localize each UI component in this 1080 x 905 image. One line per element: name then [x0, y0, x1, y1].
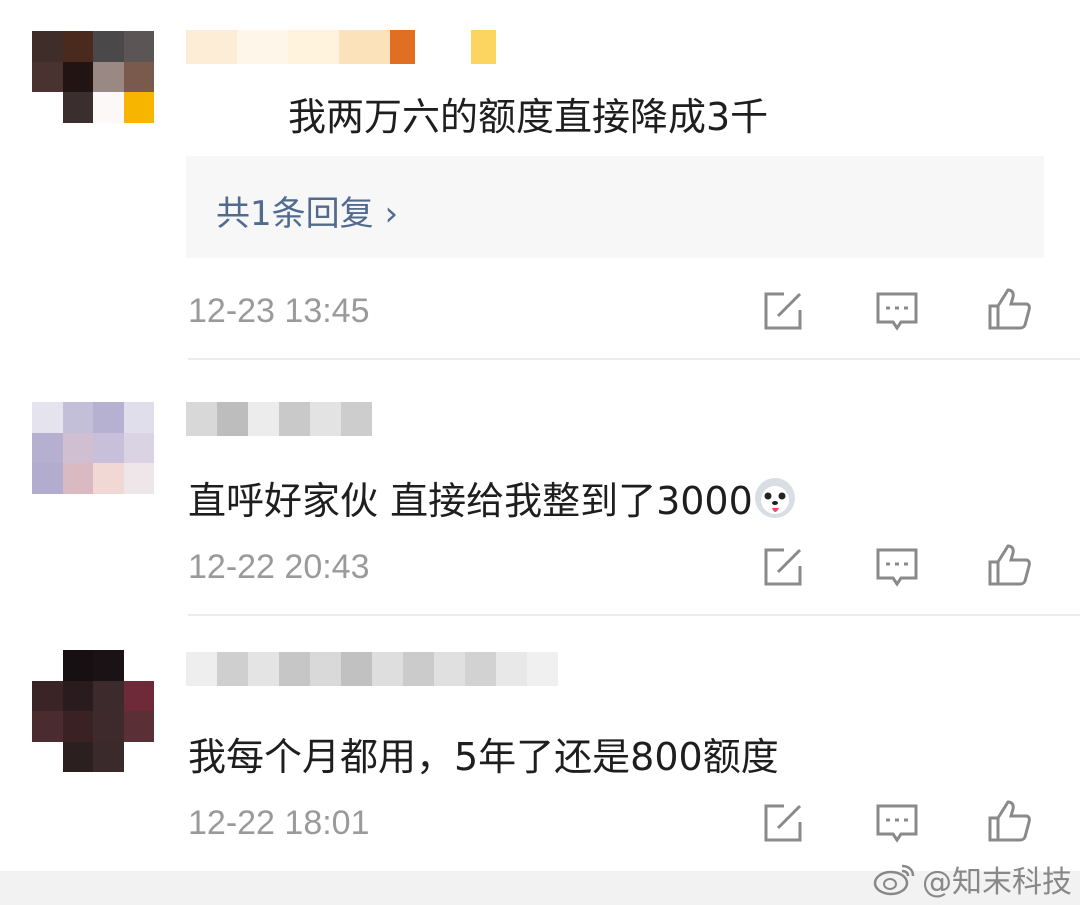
reply-summary-box[interactable]: 共1条回复 › [186, 156, 1044, 258]
comment-time: 12-22 18:01 [188, 804, 370, 842]
comment-text: 直呼好家伙 直接给我整到了3000 [188, 470, 797, 525]
comment-text: 我两万六的额度直接降成3千 [288, 95, 769, 139]
username-blurred[interactable] [186, 402, 372, 436]
comment-item-1: 我两万六的额度直接降成3千 共1条回复 › 12-23 13:45 [0, 0, 1080, 360]
watermark: @知末科技 [872, 857, 1072, 901]
watermark-text: @知末科技 [922, 865, 1072, 900]
view-replies-link[interactable]: 共1条回复 › [216, 186, 398, 235]
comment-icon[interactable] [874, 288, 920, 334]
thumbs-up-icon[interactable] [986, 286, 1032, 332]
edit-icon[interactable] [760, 288, 806, 334]
weibo-logo-icon [873, 864, 915, 896]
avatar[interactable] [32, 650, 154, 772]
avatar[interactable] [32, 402, 154, 524]
comment-icon[interactable] [874, 800, 920, 846]
comment-item-2: 直呼好家伙 直接给我整到了3000 12-22 20:43 [0, 360, 1080, 616]
comment-text: 我每个月都用，5年了还是800额度 [188, 735, 779, 779]
comment-time: 12-22 20:43 [188, 548, 370, 586]
comment-time: 12-23 13:45 [188, 292, 370, 330]
avatar[interactable] [32, 31, 154, 153]
username-blurred[interactable] [186, 652, 558, 686]
comment-item-3: 我每个月都用，5年了还是800额度 12-22 18:01 [0, 616, 1080, 871]
username-blurred[interactable] [186, 30, 496, 64]
thumbs-up-icon[interactable] [986, 798, 1032, 844]
thumbs-up-icon[interactable] [986, 542, 1032, 588]
edit-icon[interactable] [760, 800, 806, 846]
comment-icon[interactable] [874, 544, 920, 590]
edit-icon[interactable] [760, 544, 806, 590]
husky-emoji-icon [754, 478, 795, 518]
